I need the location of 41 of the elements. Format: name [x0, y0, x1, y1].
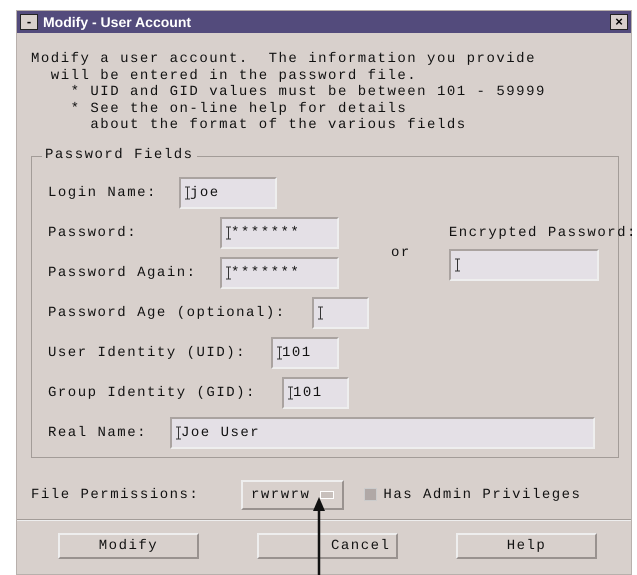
option-menu-icon [320, 490, 334, 498]
password-field[interactable]: ******* [220, 216, 339, 248]
instruction-text: * See the on-line help for details [70, 100, 408, 117]
field-label: Password Again: [48, 264, 198, 280]
dialog-button[interactable]: Cancel [257, 532, 398, 558]
window-menu-button[interactable]: - [20, 14, 38, 30]
text-cursor-icon [318, 306, 323, 320]
field-label: Login Name: [48, 184, 158, 200]
gid-field[interactable]: 101 [282, 376, 349, 408]
real-name-field[interactable]: Joe User [170, 416, 595, 448]
instruction-text: * UID and GID values must be between 101 - 59999 [70, 84, 547, 100]
text-cursor-icon [226, 226, 231, 240]
field-label: Encrypted Password: [448, 224, 637, 240]
text-cursor-icon [176, 426, 181, 440]
field-label: Group Identity (GID): [48, 384, 257, 400]
field-label: File Permissions: [31, 486, 200, 502]
field-label: Password: [48, 224, 138, 240]
field-label: User Identity (UID): [48, 344, 248, 360]
instruction-text: Modify a user account. The information you provide [31, 51, 537, 68]
instruction-text: will be entered in the password file. [50, 68, 418, 84]
encrypted-password-field[interactable] [448, 248, 599, 280]
window-title: Modify - User Account [43, 14, 192, 30]
field-label: Password Age (optional): [48, 304, 287, 320]
close-button[interactable]: × [610, 14, 628, 30]
dialog-button[interactable]: Help [456, 532, 597, 558]
checkbox-label: Has Admin Privileges [383, 486, 582, 502]
permissions-menu-button[interactable]: rwrwrw [241, 480, 344, 510]
text-cursor-icon [185, 186, 190, 200]
dialog-button[interactable]: Modify [58, 532, 199, 558]
or-text: or [391, 244, 411, 260]
text-cursor-icon [226, 266, 231, 280]
text-cursor-icon [454, 258, 460, 272]
password-age-field[interactable] [312, 296, 369, 328]
instruction-text: about the format of the various fields [89, 117, 468, 134]
login-name-field[interactable]: joe [179, 176, 277, 208]
text-cursor-icon [288, 386, 293, 400]
password-again-field[interactable]: ******* [220, 256, 339, 288]
field-label: Real Name: [48, 424, 148, 440]
uid-field[interactable]: 101 [271, 336, 339, 368]
admin-checkbox[interactable] [364, 488, 378, 501]
text-cursor-icon [277, 346, 282, 360]
